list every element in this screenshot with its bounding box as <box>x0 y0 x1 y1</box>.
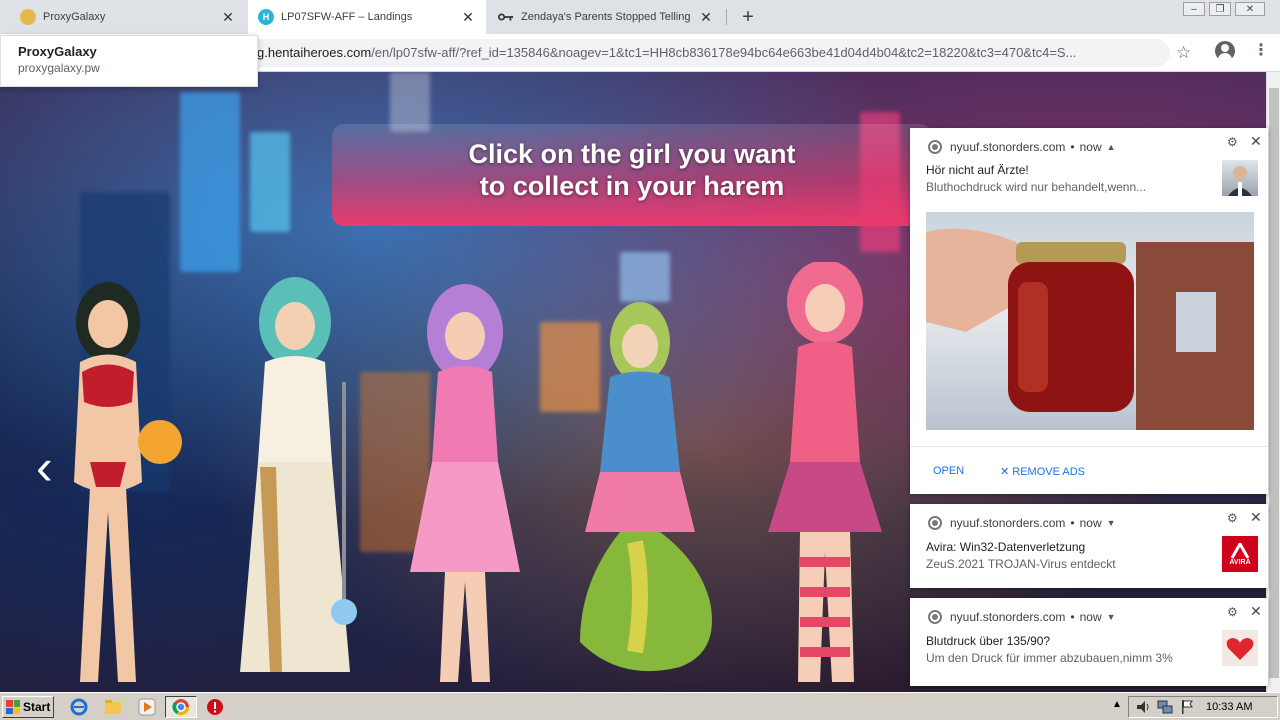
address-bar[interactable]: g.hentaiheroes.com/en/lp07sfw-aff/?ref_i… <box>230 39 1170 67</box>
notification-1[interactable]: nyuuf.stonorders.com • now ▲ ⚙ ✕ Hör nic… <box>910 128 1268 494</box>
notification-source: nyuuf.stonorders.com <box>950 140 1066 154</box>
notification-title: Hör nicht auf Ärzte! <box>926 163 1029 177</box>
close-icon[interactable]: ✕ <box>460 9 476 25</box>
action-center-flag-icon[interactable] <box>1178 698 1196 716</box>
character-4[interactable] <box>580 302 712 672</box>
minimize-button[interactable]: – <box>1183 2 1205 16</box>
character-selection <box>74 262 882 682</box>
character-5[interactable] <box>768 262 882 682</box>
notification-image <box>926 212 1254 430</box>
chrome-icon <box>928 610 942 624</box>
avira-logo-icon: AVIRA <box>1222 536 1258 572</box>
tab-strip: ProxyGalaxy ✕ H LP07SFW-AFF – Landings ✕… <box>0 0 1280 34</box>
notification-time: now <box>1079 140 1102 154</box>
tab-landings[interactable]: H LP07SFW-AFF – Landings ✕ <box>248 0 486 34</box>
tab-hover-card: ProxyGalaxy proxygalaxy.pw <box>0 35 258 87</box>
restore-button[interactable]: ❐ <box>1209 2 1231 16</box>
notification-title: Avira: Win32-Datenverletzung <box>926 540 1086 554</box>
hover-card-title: ProxyGalaxy <box>18 44 97 59</box>
open-button[interactable]: OPEN <box>933 465 964 477</box>
proxygalaxy-icon <box>20 9 36 25</box>
banner-line-2: to collect in your harem <box>479 171 785 201</box>
vertical-scrollbar[interactable] <box>1266 72 1280 692</box>
notification-body: Um den Druck für immer abzubauen,nimm 3% <box>926 651 1173 665</box>
key-icon <box>498 9 514 25</box>
volume-icon[interactable] <box>1134 698 1152 716</box>
gear-icon[interactable]: ⚙ <box>1227 135 1238 149</box>
neon-sign <box>390 72 430 132</box>
close-icon[interactable]: ✕ <box>1250 133 1262 150</box>
menu-dots-icon[interactable]: ⋮ <box>1253 40 1269 60</box>
notification-3[interactable]: nyuuf.stonorders.com • now ▼ ⚙ ✕ Blutdru… <box>910 598 1268 686</box>
tab-zendaya[interactable]: Zendaya's Parents Stopped Telling H ✕ <box>488 0 724 34</box>
show-hidden-icons-icon[interactable]: ▲ <box>1112 699 1122 710</box>
chevron-up-icon[interactable]: ▲ <box>1107 142 1116 152</box>
taskbar-clock[interactable]: 10:33 AM <box>1206 701 1252 713</box>
notification-actions: OPEN ✕ REMOVE ADS <box>910 446 1268 494</box>
gear-icon[interactable]: ⚙ <box>1227 605 1238 619</box>
media-player-icon[interactable] <box>138 698 156 716</box>
close-window-button[interactable]: ✕ <box>1235 2 1265 16</box>
notification-body: ZeuS.2021 TROJAN-Virus entdeckt <box>926 557 1116 571</box>
close-icon[interactable]: ✕ <box>220 9 236 25</box>
folder-icon[interactable] <box>104 698 122 716</box>
notification-time: now <box>1079 516 1102 530</box>
neon-sign <box>250 132 290 232</box>
gear-icon[interactable]: ⚙ <box>1227 511 1238 525</box>
scrollbar-thumb[interactable] <box>1269 88 1279 678</box>
notification-time: now <box>1079 610 1102 624</box>
network-icon[interactable] <box>1156 698 1174 716</box>
internet-explorer-icon[interactable] <box>70 698 88 716</box>
character-1[interactable] <box>74 282 182 682</box>
close-icon[interactable]: ✕ <box>698 9 714 25</box>
banner-line-1: Click on the girl you want <box>468 139 796 169</box>
opera-icon[interactable] <box>206 698 224 716</box>
tab-proxygalaxy[interactable]: ProxyGalaxy ✕ <box>10 0 246 34</box>
chrome-icon <box>928 140 942 154</box>
character-3[interactable] <box>410 284 520 682</box>
notification-2[interactable]: nyuuf.stonorders.com • now ▼ ⚙ ✕ Avira: … <box>910 504 1268 588</box>
profile-avatar-icon[interactable] <box>1215 41 1235 61</box>
doctor-thumbnail <box>1222 160 1258 196</box>
close-icon[interactable]: ✕ <box>1250 603 1262 620</box>
character-2[interactable] <box>240 277 357 672</box>
windows-flag-icon <box>6 700 20 714</box>
chevron-down-icon[interactable]: ▼ <box>1107 612 1116 622</box>
hentaiheroes-icon: H <box>258 9 274 25</box>
notification-source: nyuuf.stonorders.com <box>950 610 1066 624</box>
chrome-icon <box>172 699 190 716</box>
notification-source: nyuuf.stonorders.com <box>950 516 1066 530</box>
bookmark-star-icon[interactable]: ☆ <box>1176 43 1191 63</box>
chevron-down-icon[interactable]: ▼ <box>1107 518 1116 528</box>
hover-card-url: proxygalaxy.pw <box>18 61 100 75</box>
remove-ads-button[interactable]: ✕ REMOVE ADS <box>1000 465 1085 478</box>
notification-body: Bluthochdruck wird nur behandelt,wenn... <box>926 180 1147 194</box>
taskbar: Start ▲ 10:33 AM <box>0 692 1280 720</box>
new-tab-button[interactable]: + <box>736 5 760 29</box>
tab-separator <box>726 9 727 25</box>
heart-thumbnail <box>1222 630 1258 666</box>
chrome-icon <box>928 516 942 530</box>
notification-title: Blutdruck über 135/90? <box>926 634 1051 648</box>
instruction-banner: Click on the girl you want to collect in… <box>332 124 932 226</box>
start-button[interactable]: Start <box>2 696 54 718</box>
neon-sign <box>180 92 240 272</box>
close-icon[interactable]: ✕ <box>1250 509 1262 526</box>
